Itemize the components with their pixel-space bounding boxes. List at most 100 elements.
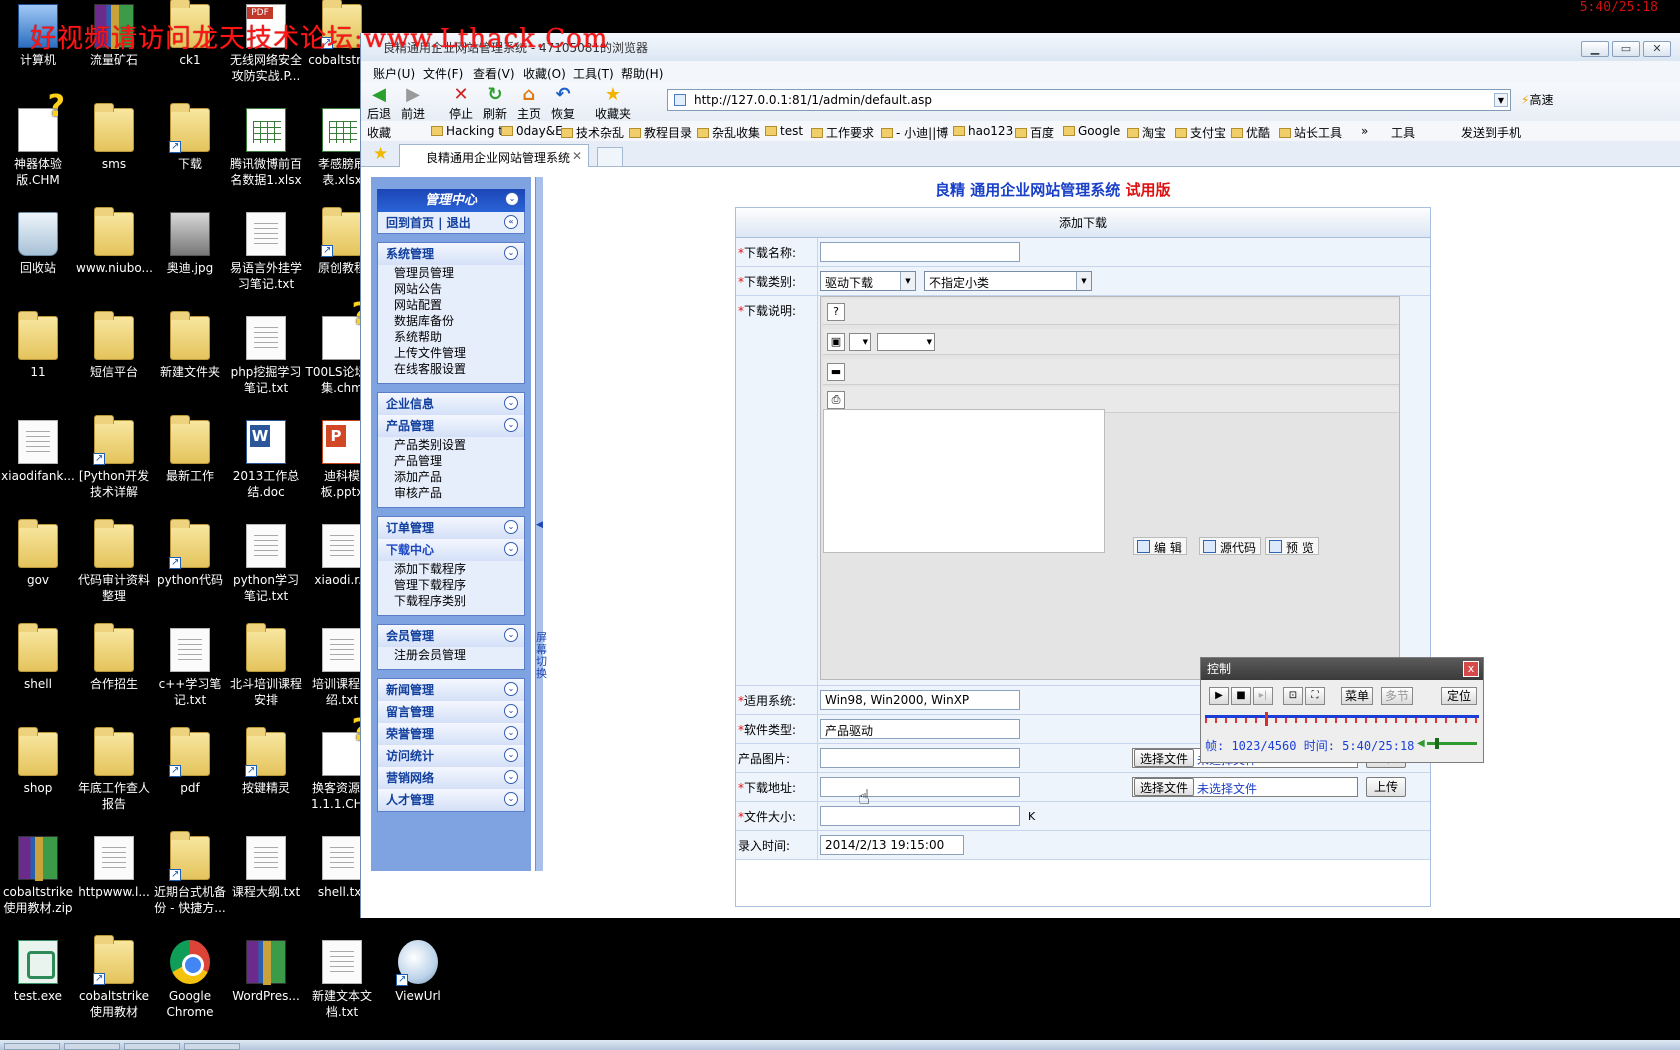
system-input[interactable]: Win98, Win2000, WinXP	[820, 690, 1020, 710]
play-icon[interactable]: ▶	[1209, 687, 1229, 705]
editor-text-area[interactable]	[823, 409, 1105, 553]
mode-edit-button[interactable]: 编 辑	[1133, 537, 1187, 555]
chevron-down-icon[interactable]: ⌄	[504, 628, 518, 642]
sidebar-item[interactable]: 在线客服设置	[378, 361, 524, 377]
favorite-link[interactable]: 优酷	[1231, 124, 1270, 141]
chevron-down-icon[interactable]: ⌄	[504, 748, 518, 762]
sidebar-item[interactable]: 系统帮助	[378, 329, 524, 345]
chevron-down-icon[interactable]: ⌄	[504, 682, 518, 696]
favorites-overflow-button[interactable]: »	[1361, 124, 1368, 138]
desktop-icon[interactable]: ViewUrl	[380, 940, 456, 1004]
tab-close-icon[interactable]: ✕	[572, 149, 582, 163]
chevron-down-icon[interactable]: ▼	[1494, 93, 1508, 107]
sidebar-item[interactable]: 注册会员管理	[378, 647, 524, 663]
send-to-phone-button[interactable]: 发送到手机	[1461, 124, 1521, 141]
sidebar-section-title[interactable]: 访问统计 ⌄	[378, 745, 524, 767]
sidebar-item[interactable]: 管理下载程序	[378, 577, 524, 593]
chevron-down-icon[interactable]: ⌄	[504, 726, 518, 740]
desktop-icon[interactable]: 合作招生	[76, 623, 152, 692]
desktop-icon[interactable]: 2013工作总结.doc	[228, 420, 304, 500]
fullscreen-icon[interactable]: ⛶	[1305, 687, 1325, 705]
download-url-input[interactable]	[820, 777, 1020, 797]
desktop-icon[interactable]: xiaodifank...	[0, 420, 76, 484]
sidebar-section-title[interactable]: 留言管理 ⌄	[378, 701, 524, 723]
menu-item[interactable]: 收藏(O)	[523, 65, 566, 82]
chevron-down-icon[interactable]: ⌄	[504, 396, 518, 410]
desktop-icon[interactable]: 短信平台	[76, 311, 152, 380]
menu-item[interactable]: 工具(T)	[573, 65, 614, 82]
volume-handle[interactable]	[1435, 738, 1439, 749]
desktop-icon[interactable]: 北斗培训课程安排	[228, 623, 304, 708]
favorite-link[interactable]: 工作要求	[811, 124, 874, 141]
stop-icon[interactable]: ■	[1231, 687, 1251, 705]
player-multi-button[interactable]: 多节	[1381, 687, 1413, 705]
address-bar[interactable]: http://127.0.0.1:81/1/admin/default.asp …	[667, 89, 1511, 111]
desktop-icon[interactable]: pdf	[152, 727, 228, 796]
favorite-link[interactable]: Google	[1063, 124, 1120, 138]
favorite-link[interactable]: 站长工具	[1279, 124, 1342, 141]
sidebar-item[interactable]: 添加产品	[378, 469, 524, 485]
chevron-down-icon[interactable]: ⌄	[504, 418, 518, 432]
desktop-icon[interactable]: www.niubo...	[76, 207, 153, 276]
chevron-down-icon[interactable]: ⌄	[504, 792, 518, 806]
sidebar-item[interactable]: 网站公告	[378, 281, 524, 297]
taskbar-button[interactable]	[4, 1043, 60, 1050]
desktop-icon[interactable]: Google Chrome	[152, 940, 228, 1020]
desktop-icon[interactable]: 下载	[152, 103, 228, 172]
forward-button[interactable]: ▶ 前进	[393, 85, 433, 122]
sidebar-item[interactable]: 产品类别设置	[378, 437, 524, 453]
collapse-arrow-icon[interactable]: ◀	[536, 520, 543, 530]
sidebar-item[interactable]: 审核产品	[378, 485, 524, 501]
desktop-icon[interactable]: cobaltstrike使用教材.zip	[0, 836, 76, 916]
frame-icon[interactable]: ▣	[827, 333, 845, 351]
menu-item[interactable]: 账户(U)	[373, 65, 415, 82]
fit-screen-icon[interactable]: ⊡	[1283, 687, 1303, 705]
help-icon[interactable]: ?	[827, 303, 845, 321]
desktop-icon[interactable]: 最新工作	[152, 415, 228, 484]
print-icon[interactable]: ⎙	[827, 391, 845, 409]
desktop-icon[interactable]: 奥迪.jpg	[152, 212, 228, 276]
taskbar-button[interactable]	[124, 1043, 180, 1050]
taskbar-button[interactable]	[64, 1043, 120, 1050]
player-locate-button[interactable]: 定位	[1441, 687, 1477, 705]
favorites-button[interactable]: ★ 收藏夹	[593, 85, 633, 122]
favorite-link[interactable]: 收藏	[367, 124, 391, 141]
desktop-icon[interactable]: 11	[0, 311, 76, 380]
desktop-icon[interactable]: c++学习笔记.txt	[152, 628, 228, 708]
favorite-link[interactable]: 杂乱收集	[697, 124, 760, 141]
favorite-link[interactable]: test	[765, 124, 803, 138]
sidebar-section-title[interactable]: 荣誉管理 ⌄	[378, 723, 524, 745]
desktop-icon[interactable]: 回收站	[0, 212, 76, 276]
desktop-icon[interactable]: 神器体验版.CHM	[0, 99, 76, 188]
player-menu-button[interactable]: 菜单	[1341, 687, 1373, 705]
favorite-link[interactable]: 百度	[1015, 124, 1054, 141]
sidebar-section-title[interactable]: 产品管理 ⌄	[378, 415, 524, 437]
sidebar-section-title[interactable]: 企业信息 ⌄	[378, 393, 524, 415]
desktop-icon[interactable]: 按键精灵	[228, 727, 304, 796]
sidebar-item[interactable]: 下载程序类别	[378, 593, 524, 609]
desktop-icon[interactable]: httpwww.l...	[76, 836, 152, 900]
new-tab-button[interactable]	[597, 147, 623, 167]
desktop-icon[interactable]: 年底工作查人报告	[76, 727, 152, 812]
chevron-down-icon[interactable]: ⌄	[504, 704, 518, 718]
desktop-icon[interactable]: 课程大纲.txt	[228, 836, 304, 900]
desktop-icon[interactable]: gov	[0, 519, 76, 588]
sidebar-item[interactable]: 添加下载程序	[378, 561, 524, 577]
entry-time-input[interactable]: 2014/2/13 19:15:00	[820, 835, 964, 855]
type-input[interactable]: 产品驱动	[820, 719, 1020, 739]
sidebar-item[interactable]: 上传文件管理	[378, 345, 524, 361]
favorite-link[interactable]: 0day&Ex	[501, 124, 570, 138]
favorite-link[interactable]: Hacking t	[431, 124, 503, 138]
desktop-icon[interactable]: cobaltstrike使用教材	[76, 935, 152, 1020]
upload-file-button[interactable]: 上传	[1366, 777, 1406, 797]
category-select[interactable]: 驱动下载 ▼	[820, 271, 916, 291]
desktop-icon[interactable]: shell	[0, 623, 76, 692]
chevron-down-icon[interactable]: ⌄	[504, 246, 518, 260]
sidebar-section-title[interactable]: 营销网络 ⌄	[378, 767, 524, 789]
desktop-icon[interactable]: python代码	[152, 519, 228, 588]
minimize-button[interactable]: ▁	[1581, 41, 1609, 57]
desktop-icon[interactable]: 腾讯微博前百名数据1.xlsx	[228, 108, 304, 188]
favorite-link[interactable]: 淘宝	[1127, 124, 1166, 141]
desktop-icon[interactable]: test.exe	[0, 940, 76, 1004]
taskbar-button[interactable]	[184, 1043, 240, 1050]
